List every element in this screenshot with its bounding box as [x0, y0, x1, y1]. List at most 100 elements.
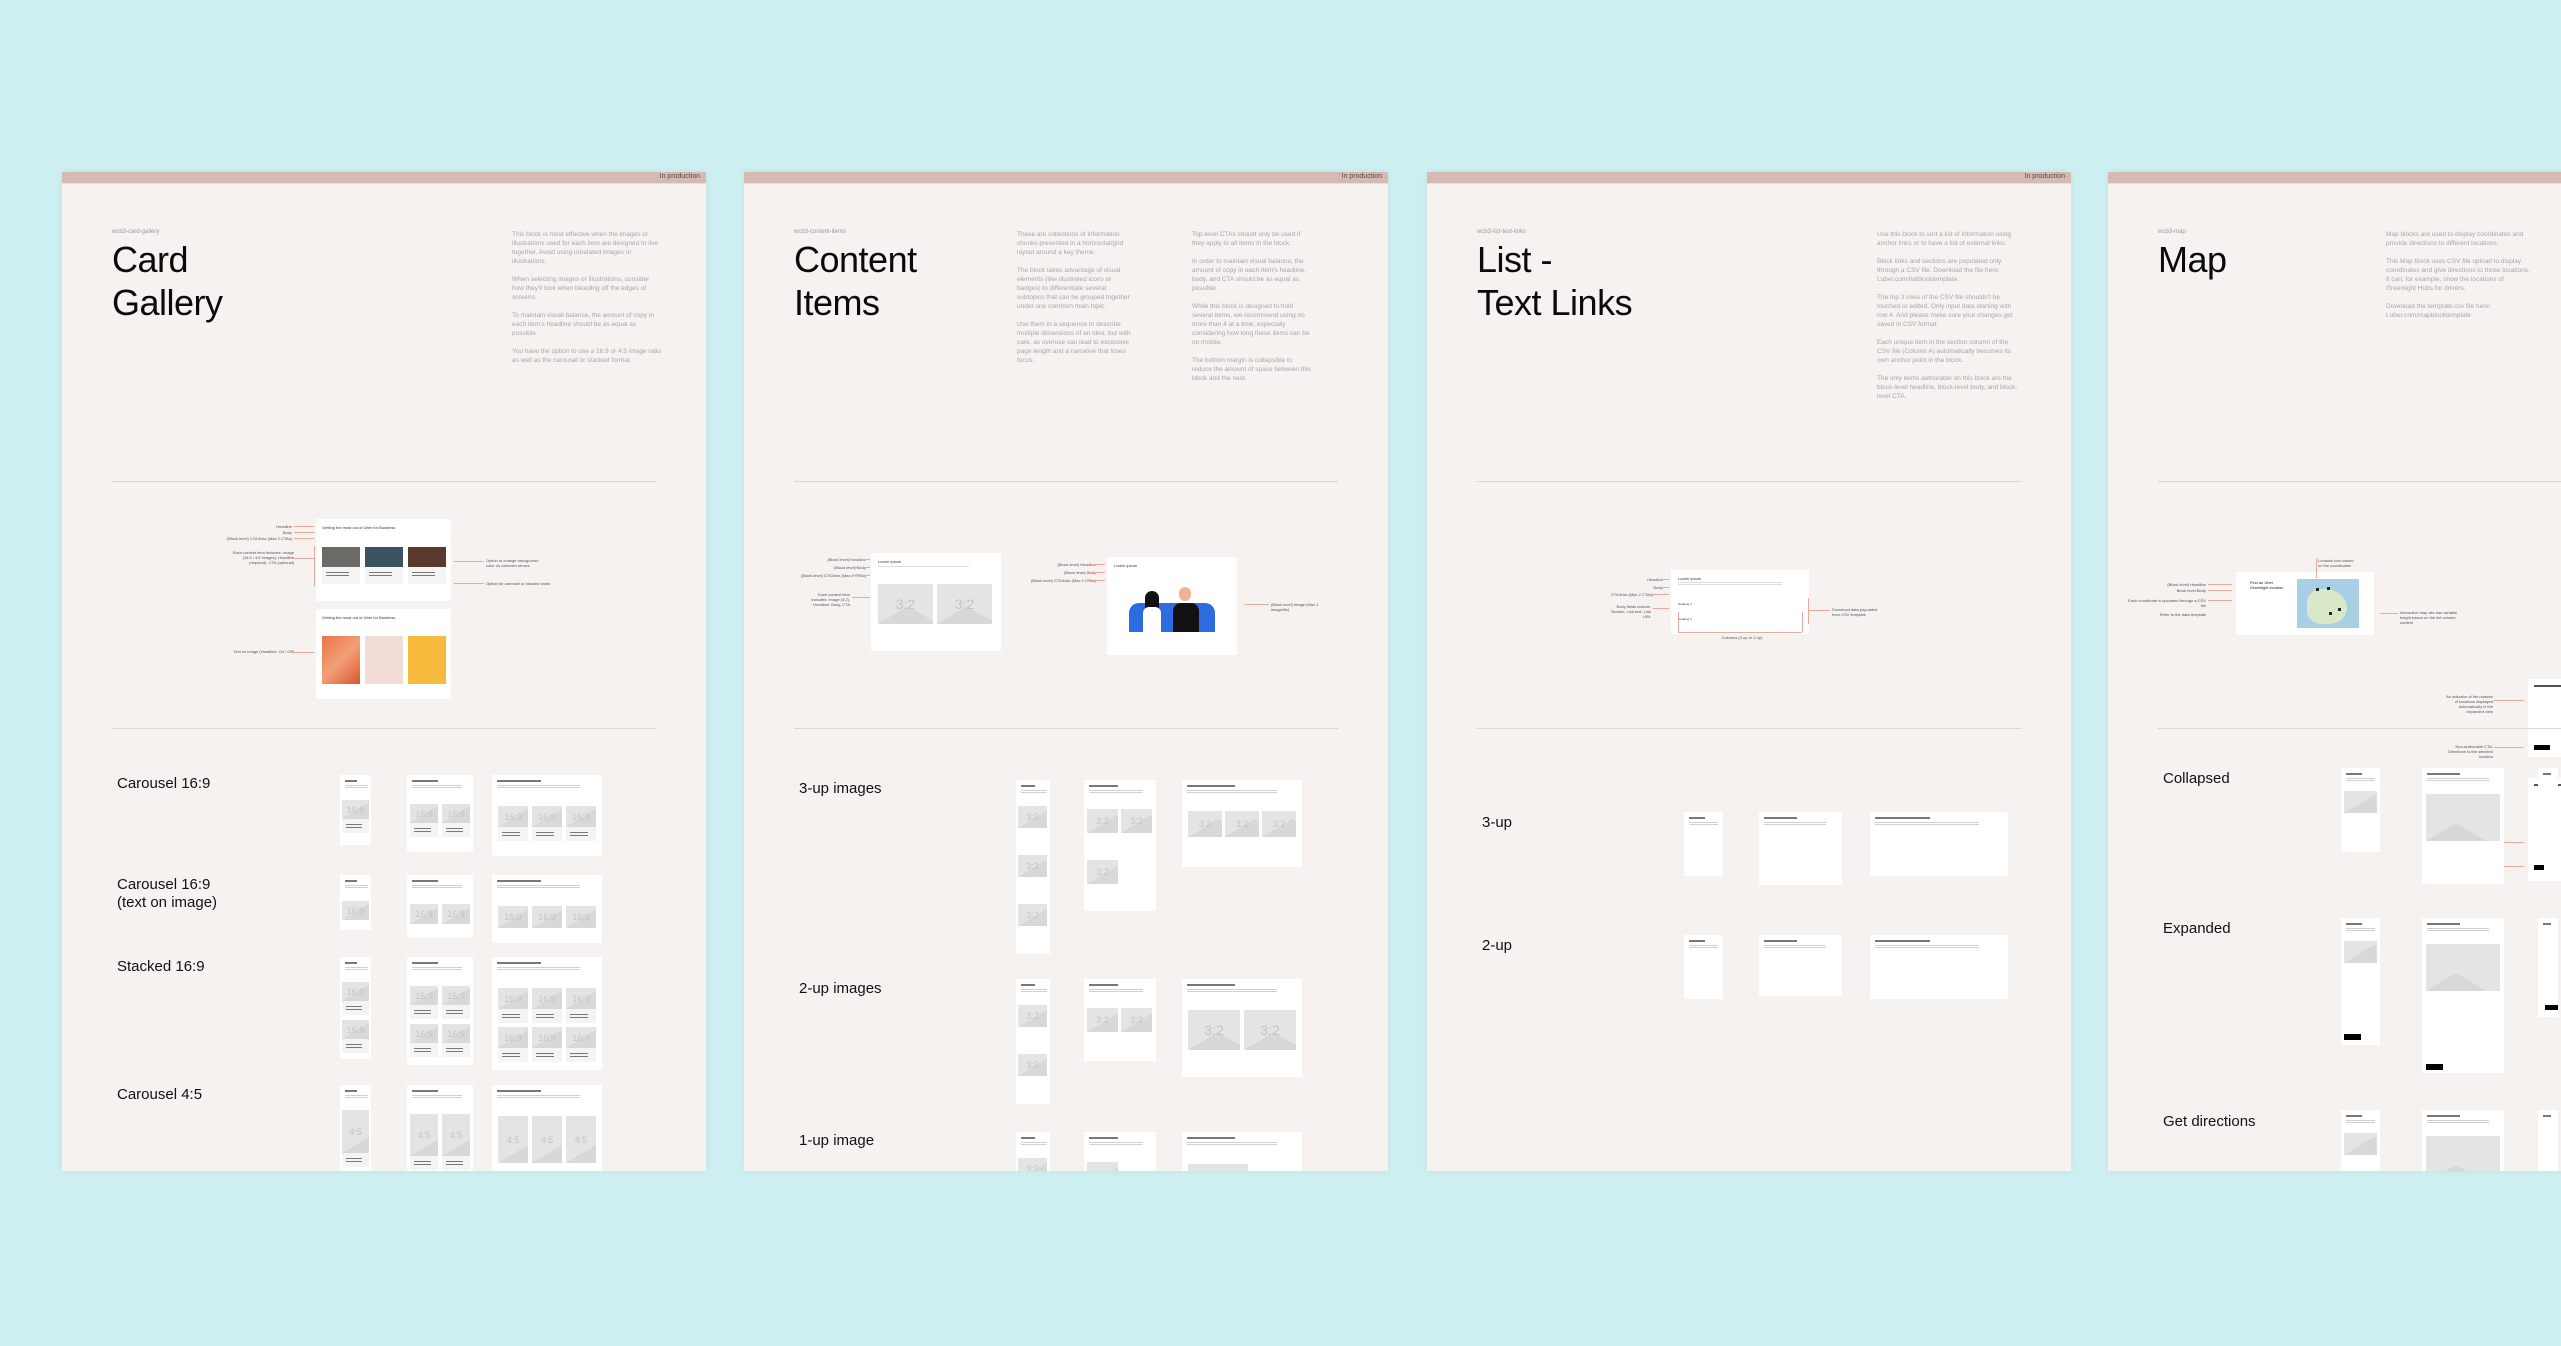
desktop-thumbnail[interactable]: 16:9 16:9 16:9 16:9 16:9 16:9	[492, 957, 602, 1070]
description-column-2: Top-level CTAs should only be used if th…	[1192, 230, 1312, 392]
tablet-thumbnail[interactable]	[2422, 1110, 2504, 1171]
annotation: Text on image (Headline: On / Off)	[233, 649, 294, 654]
desktop-thumbnail[interactable]	[2538, 768, 2558, 829]
tablet-thumbnail[interactable]	[1084, 1132, 1156, 1171]
get-directions-button[interactable]	[2344, 1034, 2361, 1040]
mobile-thumbnail[interactable]	[1684, 812, 1723, 876]
mobile-thumbnail[interactable]: 3:2 3:2 3:2	[1016, 780, 1050, 954]
diagram-card-illustration: Lorem ipsum	[1107, 557, 1237, 655]
divider	[2158, 728, 2561, 729]
variant-label: 2-up	[1482, 937, 1513, 954]
status-badge: In production	[2024, 173, 2065, 180]
diagram-card-title: Getting the most out of Uber for Busines…	[322, 525, 396, 530]
desktop-thumbnail[interactable]: 3:2 3:2 3:2	[1182, 780, 1302, 867]
mobile-thumbnail[interactable]	[2341, 1110, 2380, 1171]
card-caption	[322, 567, 360, 584]
description-paragraph: You have the option to use a 16:9 or 4:5…	[512, 348, 662, 364]
car-seat-illustration	[1129, 603, 1215, 632]
mobile-thumbnail[interactable]	[1684, 935, 1723, 999]
mobile-thumbnail[interactable]: 16:9 16:9	[340, 957, 371, 1059]
tablet-thumbnail[interactable]: 16:9 16:9	[407, 875, 473, 938]
divider	[1477, 728, 2021, 729]
desktop-thumbnail[interactable]	[1870, 812, 2008, 876]
tablet-thumbnail[interactable]: 3:2 3:2 3:2	[1084, 780, 1156, 911]
annotation-line	[294, 526, 314, 527]
get-directions-button[interactable]	[2534, 745, 2550, 750]
tablet-thumbnail[interactable]: 16:9 16:9 16:9 16:9	[407, 957, 473, 1065]
variant-label: 2-up images	[799, 980, 882, 997]
page-content-items: In production wcb3-content-items Content…	[744, 172, 1388, 1171]
diagram-card-2up: Lorem ipsum 3:2 3:2	[871, 553, 1001, 651]
description-paragraph: This block is most effective when the im…	[512, 231, 658, 265]
annotation-line	[1653, 579, 1669, 580]
description-paragraph: When selecting images or illustrations, …	[512, 276, 650, 301]
desktop-thumbnail[interactable]	[1182, 1132, 1302, 1171]
location-pin-icon[interactable]	[2338, 608, 2341, 611]
description-paragraph: Use this block to sort a list of informa…	[1877, 231, 2012, 247]
variant-label: Carousel 16:9	[117, 775, 211, 792]
description-paragraph: In order to maintain visual balance, the…	[1192, 258, 1306, 292]
annotation-line	[1087, 580, 1105, 581]
annotation: Option for carousel or stacked cards	[486, 581, 551, 586]
desktop-thumbnail[interactable]	[1870, 935, 2008, 999]
variant-label: 1-up image	[799, 1132, 875, 1149]
description-paragraph: These are collections of information chu…	[1017, 231, 1124, 256]
mobile-thumbnail[interactable]	[2341, 768, 2380, 852]
photo-tile	[365, 547, 403, 567]
driver-body	[1173, 603, 1199, 632]
desktop-thumbnail[interactable]: 16:9 16:9 16:9	[492, 875, 602, 943]
map-preview[interactable]	[2297, 579, 2359, 628]
annotation: Each coordinate is uploaded through a CS…	[2128, 598, 2206, 608]
tablet-thumbnail[interactable]: 3:2 3:2	[1084, 979, 1156, 1061]
location-pin-icon[interactable]	[2329, 612, 2332, 615]
title-line-1: Content	[794, 239, 917, 280]
annotation-line	[294, 652, 314, 653]
desktop-thumbnail[interactable]: 16:9 16:9 16:9	[492, 775, 602, 856]
mobile-thumbnail[interactable]: 3:2	[1016, 1132, 1050, 1171]
annotation: Location icon based on the coordinates	[2318, 558, 2354, 568]
annotation: Download data populated from CSV templat…	[1832, 607, 1878, 617]
tablet-thumbnail[interactable]	[2422, 768, 2504, 884]
tablet-thumbnail[interactable]	[1759, 935, 1842, 996]
start-button[interactable]	[2534, 865, 2544, 870]
desktop-thumbnail[interactable]	[2538, 918, 2558, 1017]
list-heading: Heading 3	[1678, 602, 1692, 606]
diagram-card-list: Lorem ipsum Heading 3 Heading 3	[1671, 570, 1809, 634]
divider	[2158, 481, 2561, 482]
annotation: (Block level) Headline	[2167, 582, 2206, 587]
tablet-thumbnail[interactable]	[2422, 918, 2504, 1073]
divider	[1477, 481, 2021, 482]
passenger-illustration	[1143, 607, 1161, 632]
annotation-line	[294, 532, 314, 533]
get-directions-button[interactable]	[2426, 1064, 2443, 1070]
desktop-thumbnail[interactable]	[2538, 1110, 2558, 1171]
tablet-thumbnail[interactable]	[1759, 812, 1842, 885]
tablet-thumbnail[interactable]: 4:5 4:5	[407, 1085, 473, 1171]
photo-tile	[408, 547, 446, 567]
annotation-line	[1087, 572, 1105, 573]
location-pin-icon[interactable]	[2316, 588, 2319, 591]
variant-label: Carousel 4:5	[117, 1086, 203, 1103]
location-pin-icon[interactable]	[2327, 587, 2330, 590]
title-line-2: Items	[794, 282, 880, 323]
mobile-thumbnail[interactable]: 16:9	[340, 875, 371, 930]
mobile-thumbnail[interactable]: 4:5	[340, 1085, 371, 1171]
annotation: Block level Body	[2176, 588, 2206, 593]
mobile-thumbnail[interactable]: 16:9	[340, 775, 371, 845]
annotation: Option to change background color on car…	[486, 558, 539, 568]
mobile-thumbnail[interactable]	[2341, 918, 2380, 1045]
status-bar: In production	[1427, 172, 2071, 184]
mobile-thumbnail[interactable]: 3:2 3:2	[1016, 979, 1050, 1104]
description-paragraph: The top 3 rows of the CSV file shouldn't…	[1877, 294, 2013, 328]
annotation: Columns (3 up or 2 up)	[1721, 635, 1763, 640]
title-line-1: List -	[1477, 239, 1553, 280]
tablet-thumbnail[interactable]: 16:9 16:9	[407, 775, 473, 852]
desktop-thumbnail[interactable]: 3:2 3:2	[1182, 979, 1302, 1077]
annotation-line	[852, 575, 870, 576]
annotation-line	[1653, 608, 1669, 609]
desktop-thumbnail[interactable]: 4:5 4:5 4:5	[492, 1085, 602, 1171]
title-line-1: Card	[112, 239, 189, 280]
orange-image-tile	[322, 636, 360, 684]
photo-tile	[322, 547, 360, 567]
annotation: Body	[282, 530, 292, 535]
